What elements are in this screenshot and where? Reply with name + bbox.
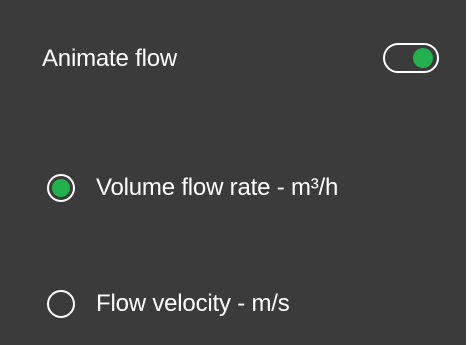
option-volume-flow-rate[interactable]: Volume flow rate - m³/h <box>0 166 466 210</box>
volume-flow-rate-label: Volume flow rate - m³/h <box>96 174 339 201</box>
toggle-knob <box>413 48 433 68</box>
option-flow-velocity[interactable]: Flow velocity - m/s <box>0 282 466 326</box>
animate-flow-label: Animate flow <box>42 45 177 72</box>
animate-flow-toggle[interactable] <box>383 43 439 73</box>
volume-flow-rate-radio[interactable] <box>47 174 75 202</box>
radio-selected-dot <box>52 179 70 197</box>
flow-velocity-label: Flow velocity - m/s <box>96 290 290 317</box>
flow-velocity-radio[interactable] <box>47 290 75 318</box>
flow-settings-panel: Animate flow Volume flow rate - m³/h Flo… <box>0 0 466 345</box>
